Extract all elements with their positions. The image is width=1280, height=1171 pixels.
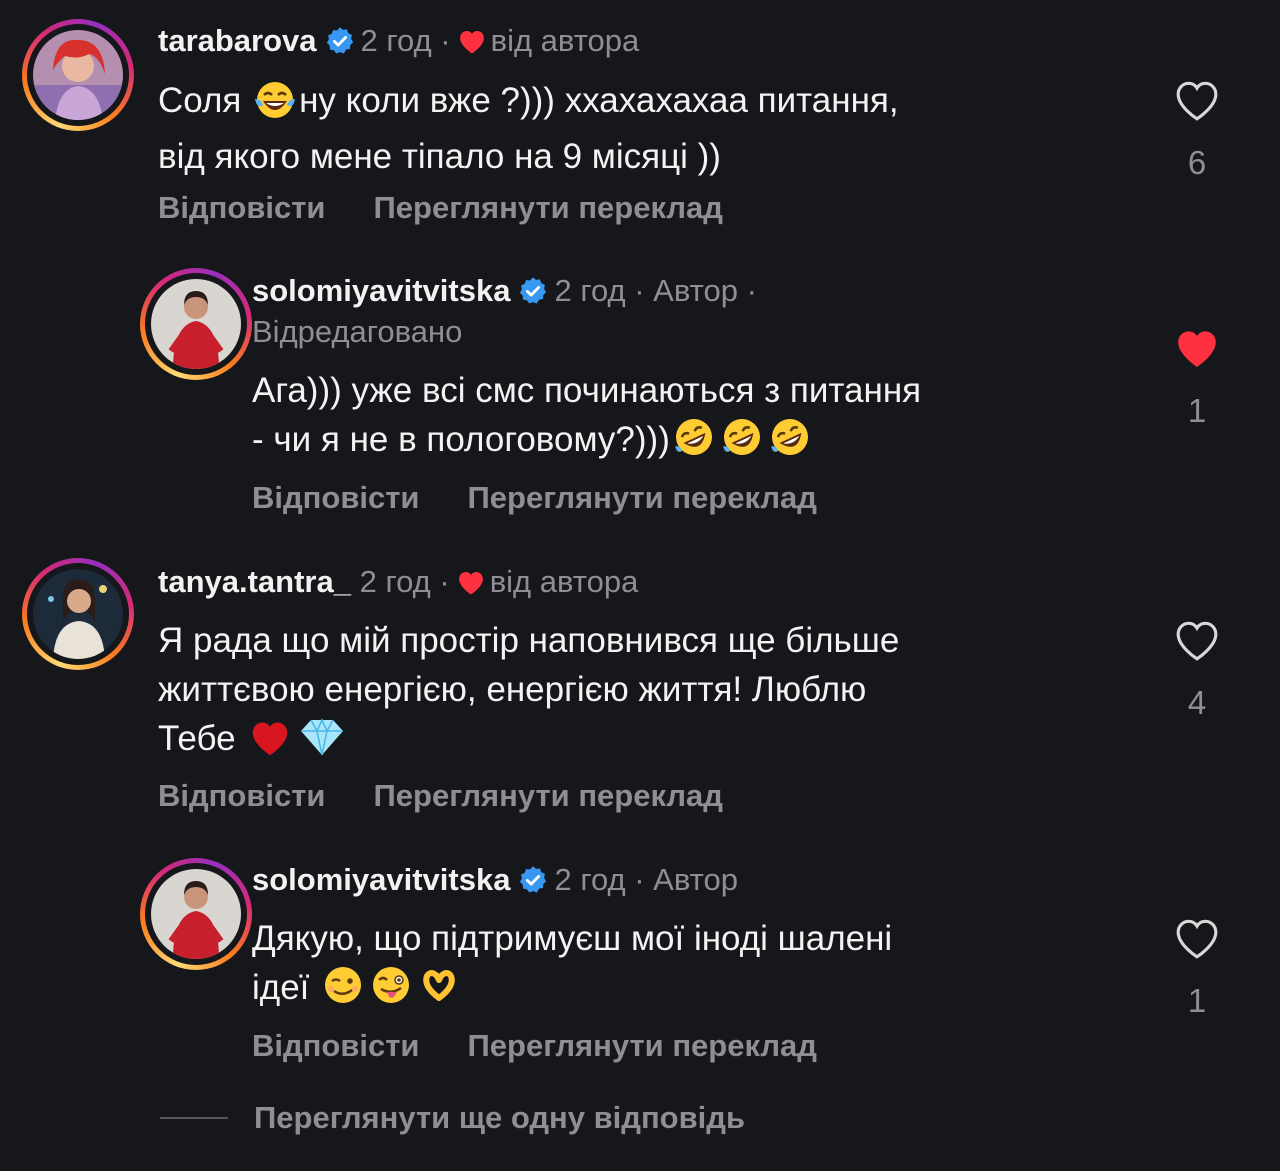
comment-text: Дякую, що підтримуєш мої іноді шалені ід… bbox=[252, 914, 892, 1019]
laughing-emoji bbox=[253, 79, 297, 132]
avatar-tanya-tantra[interactable] bbox=[22, 558, 134, 670]
reply-button[interactable]: Відповісти bbox=[252, 1028, 420, 1063]
rofl-emoji bbox=[768, 416, 812, 471]
see-translation-button[interactable]: Переглянути переклад bbox=[374, 190, 723, 225]
red-heart-emoji bbox=[247, 717, 293, 770]
author-role: · Автор bbox=[634, 862, 738, 897]
username[interactable]: solomiyavitvitska bbox=[252, 862, 510, 897]
avatar-solomiyavitvitska[interactable] bbox=[140, 858, 252, 970]
comment-actions: Відповісти Переглянути переклад bbox=[252, 480, 817, 516]
heart-hands-emoji bbox=[417, 964, 461, 1019]
avatar-tarabarova[interactable] bbox=[22, 19, 134, 131]
see-translation-button[interactable]: Переглянути переклад bbox=[468, 1028, 817, 1063]
comment-actions: Відповісти Переглянути переклад bbox=[252, 1028, 817, 1064]
rofl-emoji bbox=[672, 416, 716, 471]
like-control: 6 bbox=[1168, 76, 1226, 182]
reply-button[interactable]: Відповісти bbox=[158, 190, 326, 225]
see-translation-button[interactable]: Переглянути переклад bbox=[468, 480, 817, 515]
comment-actions: Відповісти Переглянути переклад bbox=[158, 778, 723, 814]
author-liked-tag: від автора bbox=[489, 564, 639, 599]
like-control: 4 bbox=[1168, 616, 1226, 722]
view-more-replies-label: Переглянути ще одну відповідь bbox=[254, 1100, 746, 1135]
rofl-emoji bbox=[720, 416, 764, 471]
comment-text: Соля ну коли вже ?))) ххахахахаа питання… bbox=[158, 79, 899, 176]
liked-by-author-heart-icon bbox=[456, 566, 486, 606]
like-heart-icon[interactable] bbox=[1168, 616, 1226, 662]
view-more-replies-button[interactable]: Переглянути ще одну відповідь bbox=[160, 1100, 745, 1136]
verified-badge-icon bbox=[518, 865, 548, 905]
comment-header: solomiyavitvitska 2 год · Автор · bbox=[252, 271, 757, 316]
gem-emoji bbox=[297, 717, 347, 770]
verified-badge-icon bbox=[325, 26, 355, 66]
like-count: 1 bbox=[1187, 392, 1207, 429]
comment-header: tarabarova 2 год · від автора bbox=[158, 21, 639, 66]
username[interactable]: tarabarova bbox=[158, 23, 317, 58]
comment-text: Я рада що мій простір наповнився ще біль… bbox=[158, 616, 899, 770]
like-heart-icon[interactable] bbox=[1168, 914, 1226, 960]
reply-button[interactable]: Відповісти bbox=[252, 480, 420, 515]
comment-text: Ага))) уже всі смс починаються з питання… bbox=[252, 366, 921, 471]
author-role: · Автор · bbox=[634, 273, 757, 308]
verified-badge-icon bbox=[518, 276, 548, 316]
avatar-solomiyavitvitska[interactable] bbox=[140, 268, 252, 380]
like-count: 1 bbox=[1187, 982, 1207, 1019]
see-translation-button[interactable]: Переглянути переклад bbox=[374, 778, 723, 813]
comment-time: 2 год bbox=[554, 273, 626, 308]
username[interactable]: solomiyavitvitska bbox=[252, 273, 510, 308]
wink-emoji bbox=[321, 964, 365, 1019]
like-control: 1 bbox=[1168, 914, 1226, 1020]
comment-time: 2 год bbox=[359, 564, 431, 599]
reply-button[interactable]: Відповісти bbox=[158, 778, 326, 813]
like-heart-icon[interactable] bbox=[1168, 76, 1226, 122]
comment-header: solomiyavitvitska 2 год · Автор bbox=[252, 860, 738, 905]
divider bbox=[160, 1117, 228, 1119]
edited-label: Відредаговано bbox=[252, 314, 463, 349]
comment-time: 2 год bbox=[360, 23, 432, 58]
like-control: 1 bbox=[1168, 324, 1226, 430]
username[interactable]: tanya.tantra_ bbox=[158, 564, 351, 599]
liked-by-author-heart-icon bbox=[457, 25, 487, 65]
liked-heart-icon[interactable] bbox=[1168, 324, 1226, 370]
like-count: 4 bbox=[1187, 684, 1207, 721]
like-count: 6 bbox=[1187, 144, 1207, 181]
zany-emoji bbox=[369, 964, 413, 1019]
comment-actions: Відповісти Переглянути переклад bbox=[158, 190, 723, 226]
comment-time: 2 год bbox=[554, 862, 626, 897]
comment-header: tanya.tantra_ 2 год · від автора bbox=[158, 562, 638, 606]
author-liked-tag: від автора bbox=[490, 23, 640, 58]
